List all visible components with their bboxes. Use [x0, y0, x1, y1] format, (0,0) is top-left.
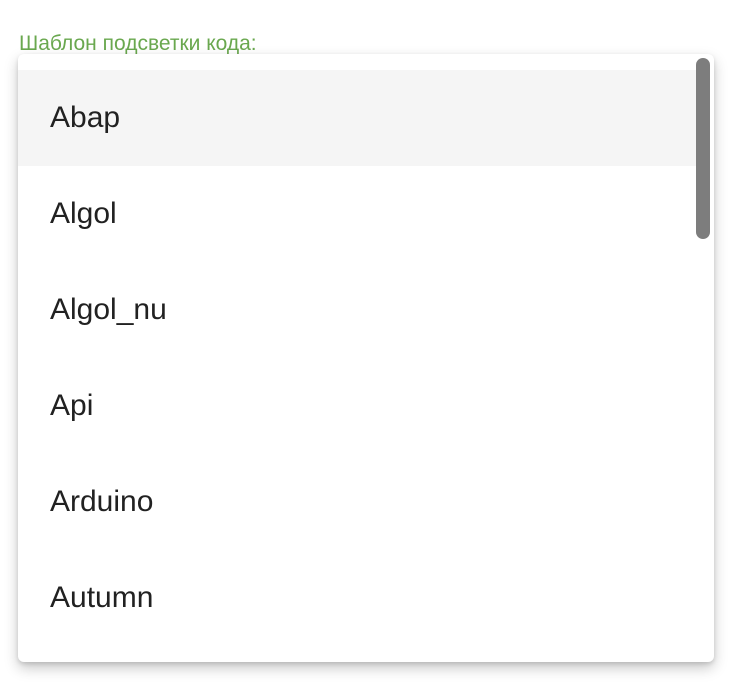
- scrollbar-thumb[interactable]: [696, 58, 710, 239]
- option-arduino[interactable]: Arduino: [18, 454, 696, 550]
- option-api[interactable]: Api: [18, 358, 696, 454]
- scrollbar[interactable]: [696, 58, 710, 658]
- option-list: Abap Algol Algol_nu Api Arduino Autumn: [18, 70, 696, 646]
- option-abap[interactable]: Abap: [18, 70, 696, 166]
- option-algol[interactable]: Algol: [18, 166, 696, 262]
- option-algol-nu[interactable]: Algol_nu: [18, 262, 696, 358]
- highlight-style-dropdown[interactable]: Abap Algol Algol_nu Api Arduino Autumn: [18, 54, 714, 662]
- option-autumn[interactable]: Autumn: [18, 550, 696, 646]
